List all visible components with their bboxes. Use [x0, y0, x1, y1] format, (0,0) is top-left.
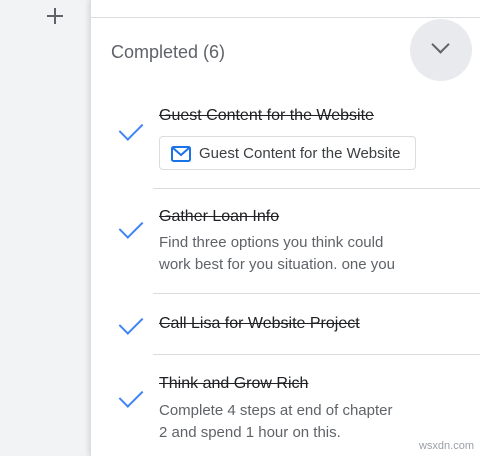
task-divider	[153, 293, 480, 294]
task-divider	[153, 354, 480, 355]
tasks-panel: Completed (6) Guest Content for the Webs…	[90, 0, 480, 456]
email-attachment-chip[interactable]: Guest Content for the Website	[159, 136, 416, 170]
task-title: Guest Content for the Website	[159, 107, 374, 124]
checkmark-icon[interactable]	[118, 383, 144, 408]
left-rail	[0, 0, 90, 456]
watermark: wsxdn.com	[418, 440, 474, 452]
task-title: Gather Loan Info	[159, 208, 280, 225]
task-title: Think and Grow Rich	[159, 375, 309, 392]
task-notes-line: Complete 4 steps at end of chapter	[159, 402, 393, 419]
task-notes-line: 2 and spend 1 hour on this.	[159, 424, 341, 441]
task-divider	[153, 188, 480, 189]
task-notes: Complete 4 steps at end of chapter 2 and…	[159, 400, 459, 444]
collapse-completed-button[interactable]	[410, 19, 472, 81]
task-title: Call Lisa for Website Project	[159, 315, 360, 332]
completed-header[interactable]: Completed (6)	[111, 42, 225, 63]
checkmark-icon[interactable]	[118, 116, 144, 141]
task-notes-line: work best for you situation. one you	[159, 256, 395, 273]
chevron-down-icon	[431, 35, 450, 54]
task-notes: Find three options you think could work …	[159, 232, 459, 276]
attachment-label: Guest Content for the Website	[199, 145, 401, 162]
task-notes-line: Find three options you think could	[159, 234, 384, 251]
mail-icon	[171, 146, 191, 162]
checkmark-icon[interactable]	[118, 214, 144, 239]
checkmark-icon[interactable]	[118, 310, 144, 335]
section-divider	[91, 17, 480, 18]
plus-icon[interactable]	[43, 4, 67, 28]
